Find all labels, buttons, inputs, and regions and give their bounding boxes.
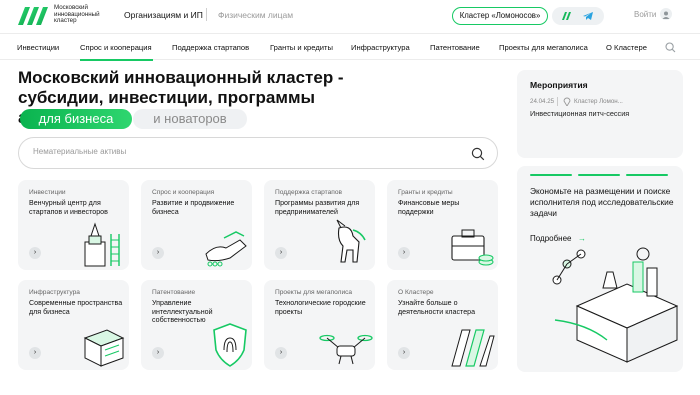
card-title: Современные пространства для бизнеса [29, 299, 123, 316]
arrow-right-icon[interactable]: → [578, 234, 586, 243]
nav-item-investments[interactable]: Инвестиции [17, 43, 59, 52]
building-illustration [83, 329, 125, 367]
slider-indicators [530, 174, 670, 177]
chevron-right-icon[interactable]: › [152, 247, 164, 259]
promo-more-link[interactable]: Подробнее [530, 234, 572, 243]
card-category: Проекты для мегаполиса [275, 289, 353, 296]
promo-text: Экономьте на размещении и поиске исполни… [530, 186, 674, 218]
chevron-right-icon[interactable]: › [398, 247, 410, 259]
card-grants[interactable]: Гранты и кредиты Финансовые меры поддерж… [387, 180, 498, 270]
cluster-logo-3d-illustration [451, 329, 495, 367]
card-category: Гранты и кредиты [398, 189, 453, 196]
chevron-right-icon[interactable]: › [29, 247, 41, 259]
events-card[interactable]: Мероприятия 24.04.25 Кластер Ломон... Ин… [517, 70, 683, 158]
card-about[interactable]: О Кластере Узнайте больше о деятельности… [387, 280, 498, 370]
logo-text: Московский инновационный кластер [54, 4, 100, 25]
logo-icon[interactable] [16, 5, 50, 27]
card-infrastructure[interactable]: Инфраструктура Современные пространства … [18, 280, 129, 370]
event-date: 24.04.25 [530, 98, 555, 105]
search-icon[interactable] [471, 147, 485, 161]
login-link[interactable]: Войти [634, 10, 656, 19]
nav-item-patents[interactable]: Патентование [430, 43, 480, 52]
max-messenger-icon[interactable] [561, 11, 573, 21]
events-title: Мероприятия [530, 80, 588, 90]
card-title: Технологические городские проекты [275, 299, 366, 316]
social-links [552, 7, 604, 25]
nav-item-startups[interactable]: Поддержка стартапов [172, 43, 249, 52]
handshake-illustration [205, 231, 247, 267]
laboratory-illustration [552, 247, 679, 363]
search-icon[interactable] [665, 42, 676, 53]
nav-active-indicator [80, 59, 153, 61]
nav-item-grants[interactable]: Гранты и кредиты [270, 43, 333, 52]
audience-innovators-toggle[interactable]: и новаторов [133, 109, 247, 129]
slider-indicator[interactable] [578, 174, 620, 176]
briefcase-coins-illustration [451, 229, 494, 266]
top-header: Московский инновационный кластер Организ… [0, 0, 700, 33]
card-title: Программы развития для предпринимателей [275, 199, 360, 216]
user-icon[interactable] [660, 8, 672, 20]
card-category: Инфраструктура [29, 289, 80, 296]
card-title: Финансовые меры поддержки [398, 199, 460, 216]
slider-indicator[interactable] [626, 174, 668, 176]
promo-banner[interactable]: Экономьте на размещении и поиске исполни… [517, 166, 683, 372]
chevron-right-icon[interactable]: › [275, 247, 287, 259]
tab-organizations[interactable]: Организациям и ИП [124, 10, 203, 20]
card-demand[interactable]: Спрос и кооперация Развитие и продвижени… [141, 180, 252, 270]
tab-individuals[interactable]: Физическим лицам [218, 10, 293, 20]
event-location: Кластер Ломон... [574, 98, 623, 105]
card-category: Поддержка стартапов [275, 189, 343, 196]
telegram-icon[interactable] [582, 11, 594, 21]
nav-item-infrastructure[interactable]: Инфраструктура [351, 43, 410, 52]
chevron-right-icon[interactable]: › [275, 347, 287, 359]
card-title: Развитие и продвижение бизнеса [152, 199, 235, 216]
card-megapolis[interactable]: Проекты для мегаполиса Технологические г… [264, 280, 375, 370]
nav-item-demand[interactable]: Спрос и кооперация [80, 43, 152, 52]
nav-item-megapolis[interactable]: Проекты для мегаполиса [499, 43, 588, 52]
card-patents[interactable]: Патентование Управление интеллектуальной… [141, 280, 252, 370]
event-divider [557, 97, 558, 106]
shield-fingerprint-illustration [213, 323, 247, 367]
audience-business-toggle[interactable]: для бизнеса [20, 109, 132, 129]
card-startups[interactable]: Поддержка стартапов Программы развития д… [264, 180, 375, 270]
unicorn-illustration [336, 219, 366, 263]
main-nav: Инвестиции Спрос и кооперация Поддержка … [0, 33, 700, 61]
card-category: О Кластере [398, 289, 434, 296]
rocket-tower-illustration [84, 222, 120, 267]
slider-indicator[interactable] [530, 174, 572, 176]
card-investments[interactable]: Инвестиции Венчурный центр для стартапов… [18, 180, 129, 270]
event-name[interactable]: Инвестиционная питч-сессия [530, 109, 629, 118]
search-field[interactable] [18, 137, 498, 169]
location-pin-icon [563, 97, 571, 106]
card-title: Узнайте больше о деятельности кластера [398, 299, 476, 316]
chevron-right-icon[interactable]: › [152, 347, 164, 359]
cluster-lomonosov-button[interactable]: Кластер «Ломоносов» [452, 7, 548, 25]
card-category: Патентование [152, 289, 196, 296]
card-category: Спрос и кооперация [152, 189, 215, 196]
chevron-right-icon[interactable]: › [398, 347, 410, 359]
card-title: Венчурный центр для стартапов и инвестор… [29, 199, 108, 216]
card-category: Инвестиции [29, 189, 66, 196]
nav-item-about[interactable]: О Кластере [606, 43, 647, 52]
chevron-right-icon[interactable]: › [29, 347, 41, 359]
drone-illustration [319, 334, 373, 365]
tab-divider [206, 8, 207, 21]
search-input[interactable] [33, 147, 453, 156]
